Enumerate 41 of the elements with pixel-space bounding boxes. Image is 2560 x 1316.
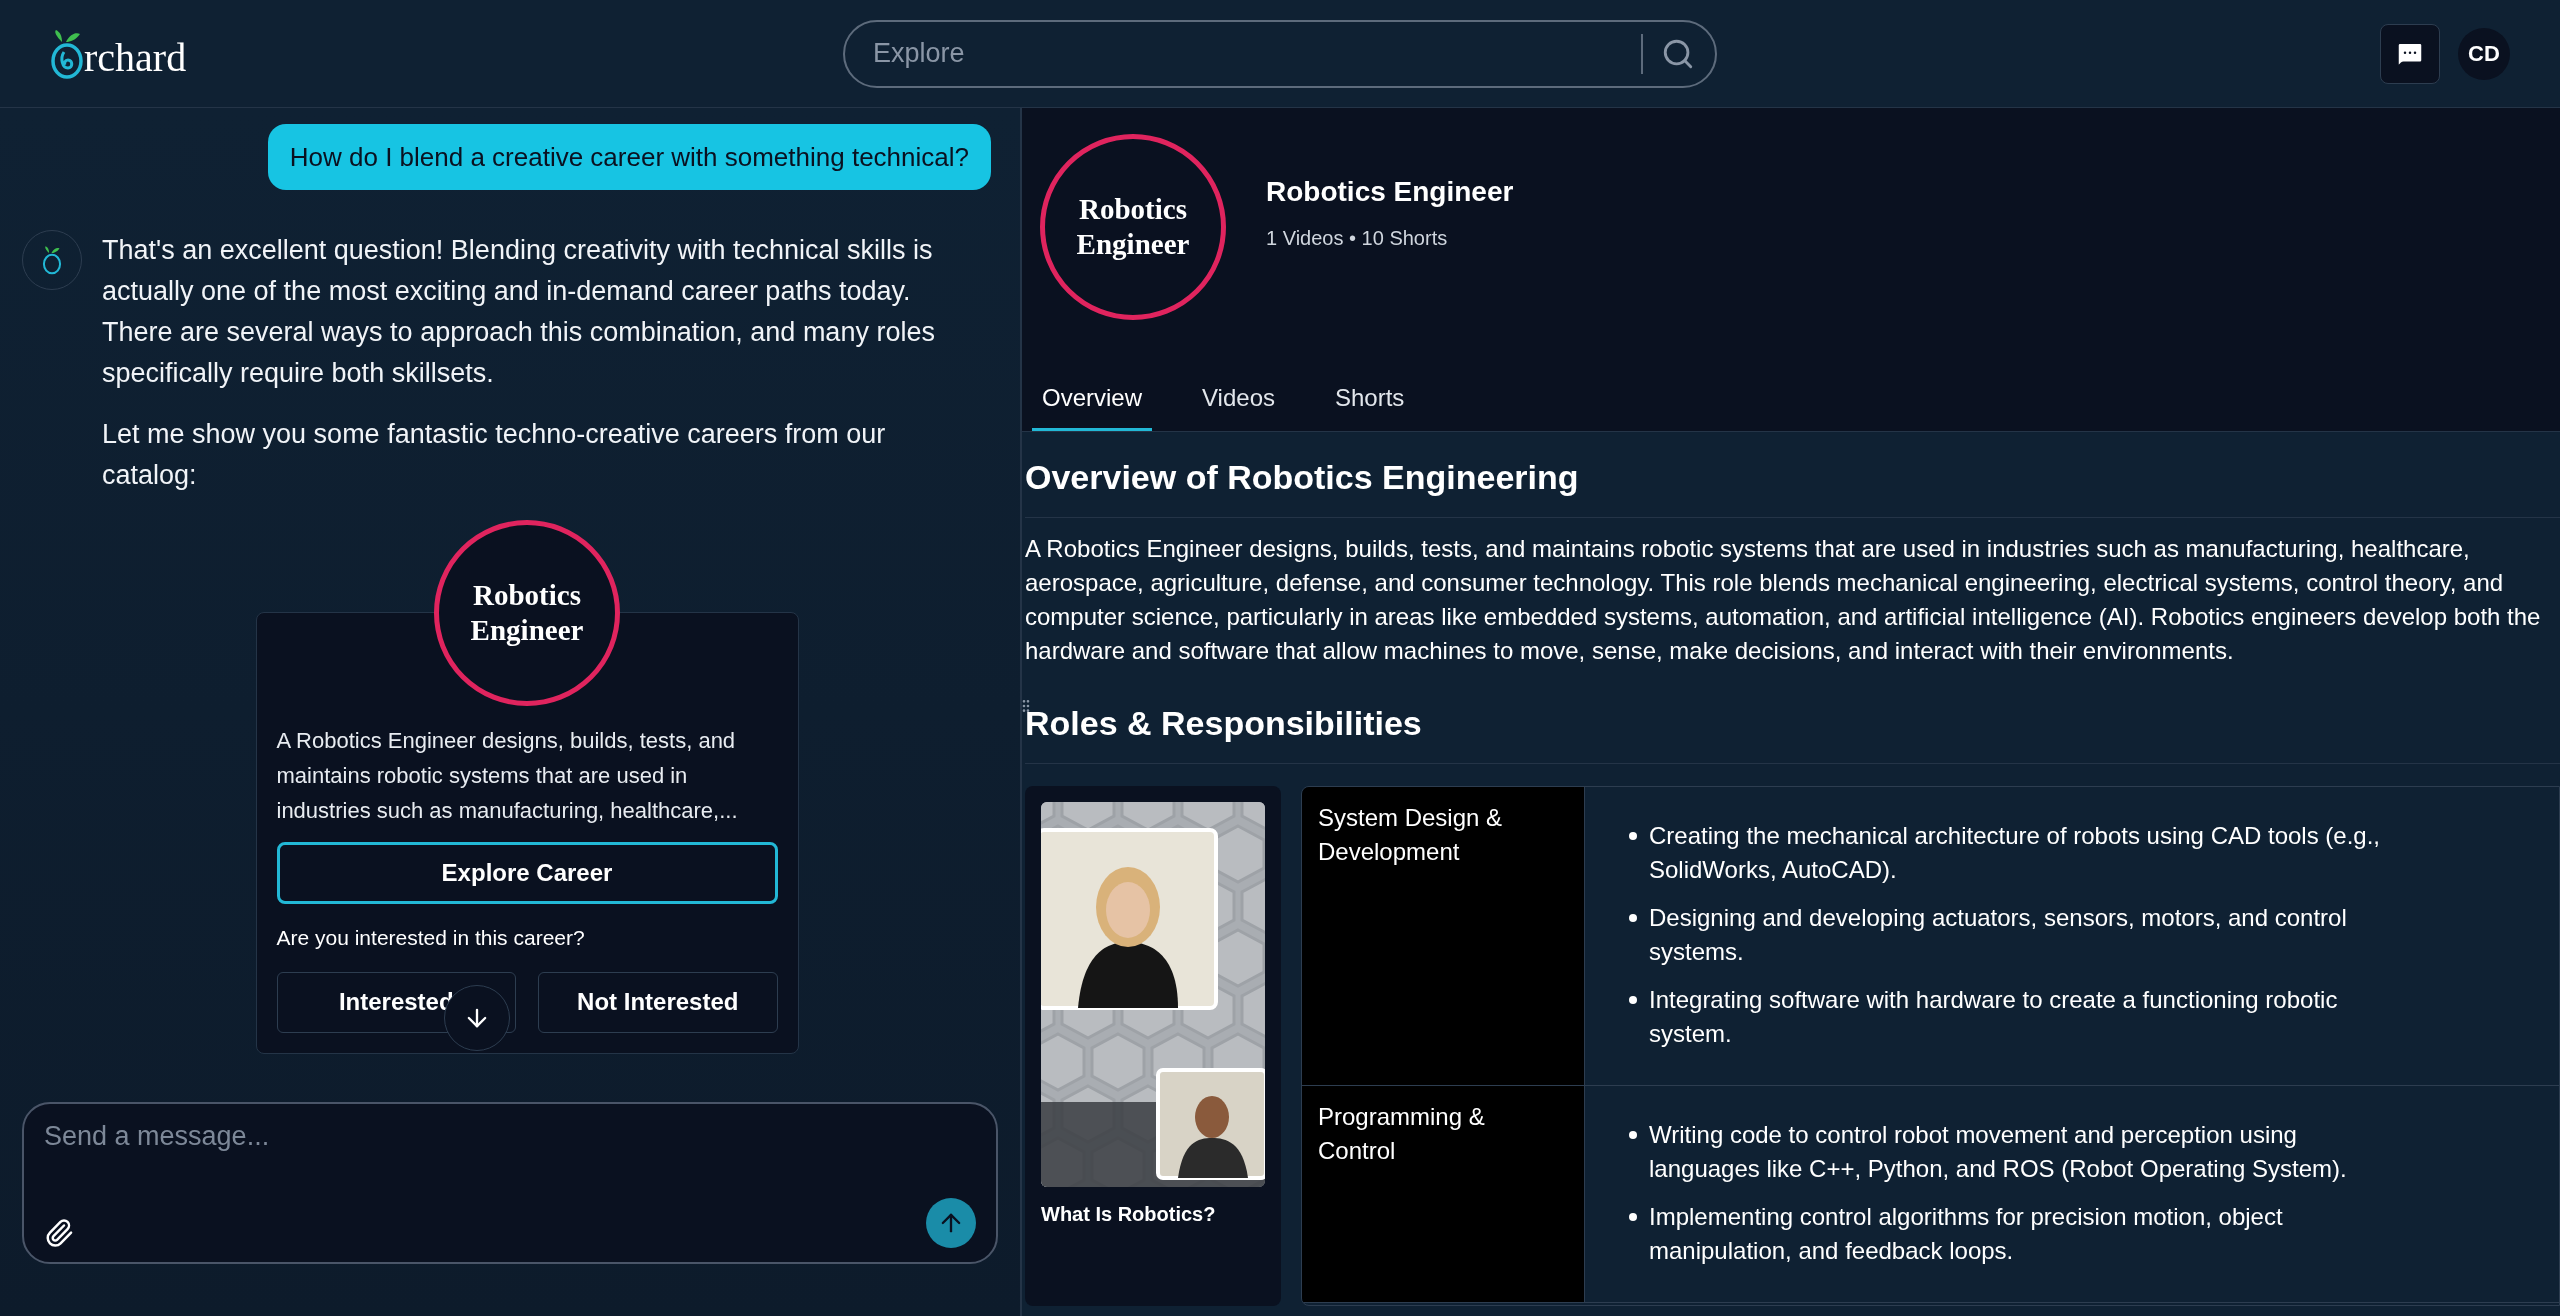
bullet-icon [1629, 1131, 1637, 1139]
explore-career-button[interactable]: Explore Career [276, 842, 778, 904]
logo-text: rchard [84, 37, 187, 78]
career-title: Robotics Engineer [1266, 175, 1514, 209]
tab[interactable]: Videos [1192, 367, 1285, 431]
career-stats: 1 Videos • 10 Shorts [1266, 226, 1449, 251]
bullet-icon [1629, 914, 1637, 922]
responsibility-text: Creating the mechanical architecture of robots using CAD tools (e.g., SolidWorks, AutoCAD). [1649, 821, 2382, 885]
apple-icon [41, 245, 63, 275]
responsibility-text: Writing code to control robot movement and perception using languages like C++, Python, and ROS (Robot Operating System). [1649, 1120, 2348, 1184]
career-description: A Robotics Engineer designs, builds, tests, and maintains robotic systems that are used in industries such as manufacturing, healthcare,... [276, 727, 739, 825]
paperclip-icon[interactable] [44, 1218, 74, 1248]
send-button[interactable] [926, 1198, 976, 1248]
overview-heading: Overview of Robotics Engineering [1025, 432, 2560, 518]
bullet-icon [1629, 832, 1637, 840]
tab[interactable]: Shorts [1325, 367, 1415, 431]
bullet-icon [1629, 996, 1637, 1004]
message-field[interactable]: Send a message... [44, 1116, 976, 1198]
responsibility-text: Implementing control algorithms for precision motion, object manipulation, and feedback loops. [1649, 1202, 2284, 1266]
search-bar[interactable]: Explore [843, 19, 1717, 88]
user-message: How do I blend a creative career with something technical? [267, 124, 991, 190]
bullet-icon [1629, 1213, 1637, 1221]
message-composer[interactable]: Send a message... [22, 1102, 998, 1264]
role-title: Programming & Control [1302, 1086, 1585, 1302]
assistant-message: That's an excellent question! Blending creativity with technical skills is actually one of the most exciting and in-demand career paths today. There are several ways to approach this combination, and many roles specifically require both skillsets. [102, 234, 936, 390]
user-avatar[interactable]: CD [2458, 27, 2510, 80]
overview-text: A Robotics Engineer designs, builds, tests, and maintains robotic systems that are used in industries such as manufacturing, healthcare, aerospace, agriculture, defense, and consumer technology. This role blends mechanical engineering, electrical systems, control theory, and computer science, particularly in areas like embedded systems, automation, and artificial intelligence (AI). Robotics engineers develop both the hardware and software that allow machines to move, sense, make decisions, and interact with their environments. [1025, 534, 2542, 666]
career-badge: Robotics Engineer [1040, 134, 1226, 320]
career-badge: Robotics Engineer [434, 520, 620, 706]
video-card[interactable]: What Is Robotics? [1025, 786, 1281, 1306]
interest-button[interactable]: Not Interested [538, 971, 778, 1033]
role-title: System Design & Development [1302, 787, 1585, 1085]
video-title: What Is Robotics? [1041, 1202, 1217, 1227]
search-field[interactable]: Explore [873, 33, 1641, 74]
apple-logo-icon [50, 27, 84, 80]
chat-button[interactable] [2380, 23, 2440, 84]
responsibility-text: Designing and developing actuators, sensors, motors, and control systems. [1649, 903, 2348, 967]
assistant-message: Let me show you some fantastic techno-creative careers from our catalog: [102, 418, 887, 492]
roles-heading: Roles & Responsibilities [1025, 698, 2560, 764]
interest-question: Are you interested in this career? [276, 925, 586, 951]
responsibility-text: Integrating software with hardware to create a functioning robotic system. [1649, 985, 2339, 1049]
